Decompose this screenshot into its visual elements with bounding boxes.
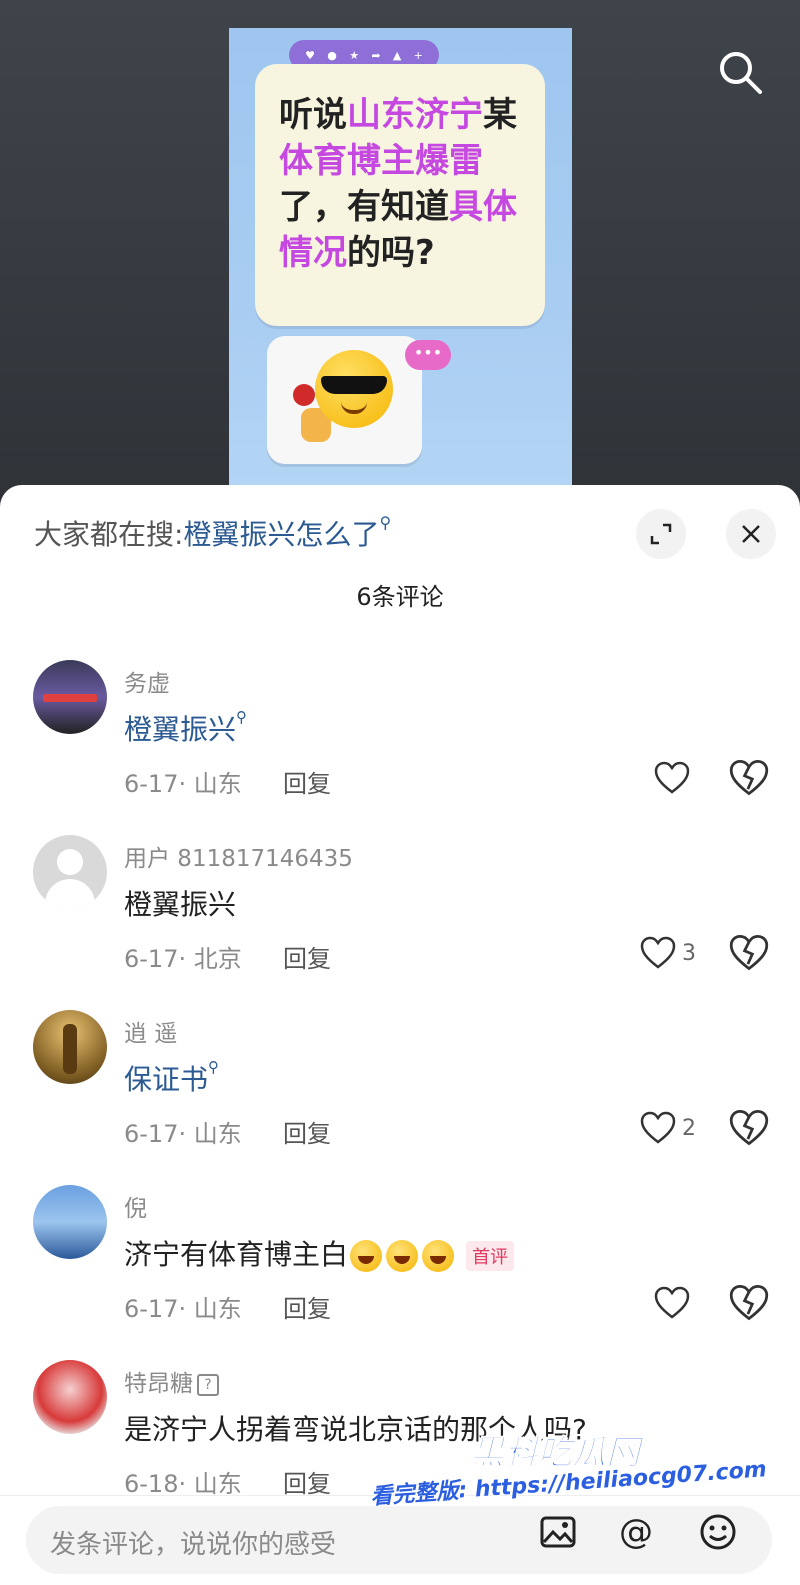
video-frame[interactable]: ♥ ● ★ ➦ ▲ + 听说山东济宁某体育博主爆雷了，有知道具体情况的吗? ••… [229, 28, 572, 500]
comment-meta: 6-17· 山东 [124, 770, 242, 798]
laughing-emoji [386, 1240, 419, 1272]
like-button[interactable]: 3 [626, 933, 696, 973]
like-button[interactable]: 2 [626, 1108, 696, 1148]
comment-username-value: 特昂糖 [124, 1371, 193, 1397]
sunglasses-icon [321, 376, 387, 394]
comment-item[interactable]: 用户 811817146435 橙翼振兴 6-17· 北京 回复 3 [0, 835, 800, 1010]
comment-meta: 6-18· 山东 [124, 1470, 242, 1495]
comment-text: 橙翼振兴 [124, 888, 237, 921]
question-mark-icon: ? [197, 1373, 219, 1396]
dislike-icon[interactable] [729, 1283, 769, 1323]
dislike-icon[interactable] [729, 1108, 769, 1148]
comment-item[interactable]: 务虚 橙翼振兴⚲ 6-17· 山东 回复 [0, 660, 800, 835]
like-button[interactable] [626, 1283, 696, 1323]
plus-icon: + [413, 48, 423, 62]
comment-input[interactable]: 发条评论，说说你的感受 [26, 1506, 772, 1574]
reply-button[interactable]: 回复 [283, 764, 331, 799]
like-button[interactable] [626, 758, 696, 798]
highlighted-phrase: 山东济宁 [347, 95, 483, 135]
close-icon [742, 525, 760, 543]
search-small-icon: ⚲ [236, 708, 248, 726]
expand-icon [650, 523, 672, 545]
trending-keyword[interactable]: 橙翼振兴怎么了 [183, 518, 379, 551]
emoji-icon[interactable] [698, 1512, 738, 1552]
comment-username[interactable]: 用户 811817146435 [124, 839, 353, 873]
like-count: 3 [682, 940, 696, 966]
mention-icon[interactable]: @ [616, 1512, 656, 1552]
search-small-icon: ⚲ [208, 1058, 220, 1076]
heart-icon [640, 1111, 676, 1144]
heart-icon: ♥ [305, 48, 316, 62]
highlighted-phrase: 体育博主爆雷 [279, 141, 483, 181]
expand-button[interactable] [636, 509, 686, 559]
comment-input-bar: 发条评论，说说你的感受 @ [0, 1495, 800, 1585]
comment-meta: 6-17· 山东 [124, 1295, 242, 1323]
reply-button[interactable]: 回复 [283, 1289, 331, 1324]
comment-text[interactable]: 保证书⚲ [124, 1058, 219, 1098]
laughing-emoji [422, 1240, 455, 1272]
trending-search[interactable]: 大家都在搜:橙翼振兴怎么了⚲ [34, 513, 391, 553]
comment-text-value: 橙翼振兴 [124, 713, 237, 746]
phrase: 听说 [279, 95, 347, 135]
reply-button[interactable]: 回复 [283, 1464, 331, 1495]
comment-item[interactable]: 特昂糖? 是济宁人拐着弯说北京话的那个人吗? 6-18· 山东 回复 [0, 1360, 800, 1495]
avatar[interactable] [33, 1185, 107, 1259]
thumb-icon: ▲ [392, 48, 402, 62]
comment-text-value: 济宁有体育博主白 [124, 1238, 349, 1271]
avatar[interactable] [33, 835, 107, 909]
phrase: 某 [483, 95, 517, 135]
comment-count: 6条评论 [356, 583, 444, 611]
heart-icon [640, 936, 676, 969]
close-button[interactable] [726, 509, 776, 559]
comment-text: 济宁有体育博主白 首评 [124, 1233, 515, 1273]
heart-icon [654, 1286, 690, 1319]
avatar[interactable] [33, 660, 107, 734]
phrase: 了，有知道 [279, 187, 449, 227]
emoji-card [267, 336, 422, 464]
trending-prefix: 大家都在搜: [34, 518, 184, 551]
chat-dots-icon: ••• [405, 340, 451, 370]
first-comment-badge: 首评 [466, 1241, 515, 1271]
dislike-icon[interactable] [729, 758, 769, 798]
reply-button[interactable]: 回复 [283, 1114, 331, 1149]
comment-username[interactable]: 倪 [124, 1189, 147, 1223]
share-icon: ➦ [371, 48, 381, 62]
comment-input-placeholder: 发条评论，说说你的感受 [50, 1530, 337, 1560]
comment-item[interactable]: 逍 遥 保证书⚲ 6-17· 山东 回复 2 [0, 1010, 800, 1185]
star-icon: ★ [349, 48, 360, 62]
comment-text[interactable]: 橙翼振兴⚲ [124, 708, 247, 748]
reply-button[interactable]: 回复 [283, 939, 331, 974]
mouth-icon [341, 402, 367, 414]
comment-username[interactable]: 特昂糖? [124, 1364, 219, 1398]
comment-item[interactable]: 倪 济宁有体育博主白 首评 6-17· 山东 回复 [0, 1185, 800, 1360]
heart-icon [654, 761, 690, 794]
comment-meta: 6-17· 北京 [124, 945, 242, 973]
search-icon[interactable] [716, 48, 764, 96]
cool-face-emoji [315, 350, 393, 428]
avatar[interactable] [33, 1360, 107, 1434]
question-bubble: 听说山东济宁某体育博主爆雷了，有知道具体情况的吗? [255, 64, 545, 326]
comment-username[interactable]: 务虚 [124, 664, 170, 698]
comment-text-value: 保证书 [124, 1063, 209, 1096]
comment-text: 是济宁人拐着弯说北京话的那个人吗? [124, 1413, 587, 1446]
rose-icon [293, 384, 315, 406]
dislike-icon[interactable] [729, 933, 769, 973]
svg-text:@: @ [619, 1512, 653, 1552]
comment-icon: ● [327, 48, 337, 62]
comment-meta: 6-17· 山东 [124, 1120, 242, 1148]
image-icon[interactable] [538, 1512, 578, 1552]
comment-username[interactable]: 逍 遥 [124, 1014, 177, 1048]
question-text: 听说山东济宁某体育博主爆雷了，有知道具体情况的吗? [279, 92, 521, 276]
phrase: 的吗? [347, 233, 435, 273]
avatar[interactable] [33, 1010, 107, 1084]
search-small-icon: ⚲ [379, 513, 392, 532]
like-count: 2 [682, 1115, 696, 1141]
laughing-emoji [350, 1240, 383, 1272]
